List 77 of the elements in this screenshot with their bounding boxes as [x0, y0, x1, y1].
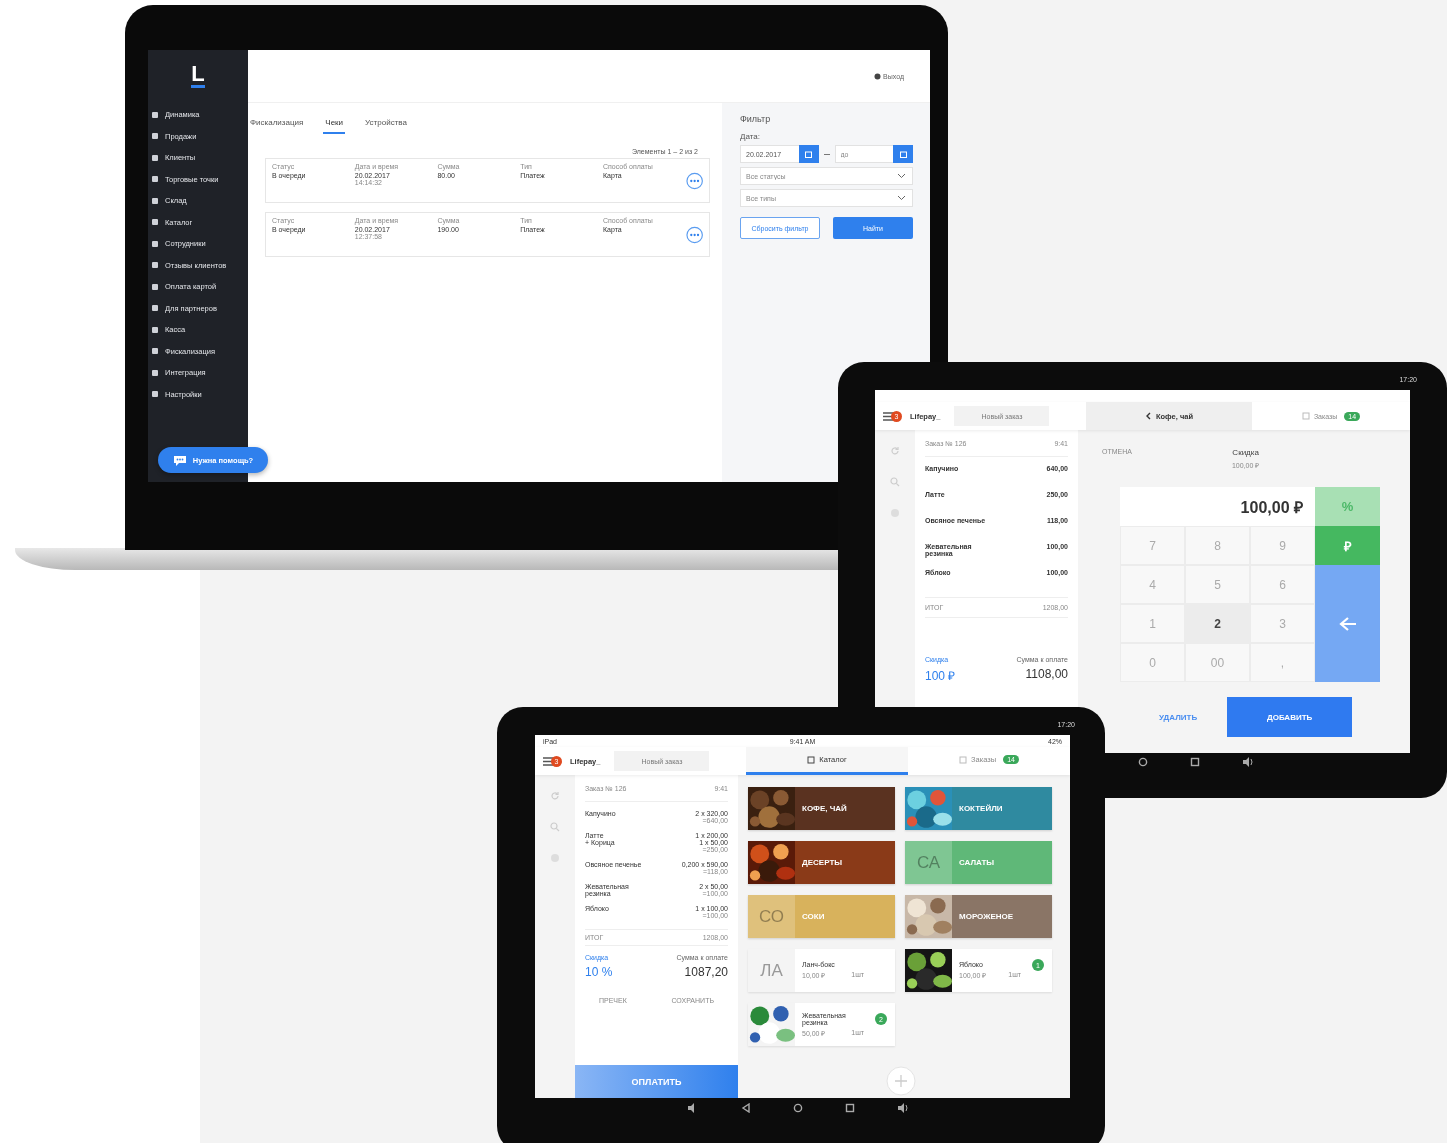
discount-value: 10 % — [585, 965, 613, 979]
circle-icon — [874, 72, 882, 80]
category-label: СОКИ — [802, 912, 825, 921]
square-icon — [152, 219, 158, 226]
volume-icon[interactable] — [897, 1103, 909, 1113]
category-tile[interactable]: СО СОКИ — [748, 895, 895, 938]
volume-icon[interactable] — [1242, 757, 1254, 767]
square-icon — [152, 197, 158, 204]
category-tile[interactable]: КОКТЕЙЛИ — [905, 787, 1052, 830]
tab[interactable]: Фискализация — [248, 118, 306, 134]
mode-button[interactable]: ₽ — [1315, 526, 1380, 565]
category-tile[interactable]: ДЕСЕРТЫ — [748, 841, 895, 884]
tab[interactable]: Устройства — [363, 118, 409, 134]
home-icon[interactable] — [1138, 757, 1148, 767]
home-icon[interactable] — [793, 1103, 803, 1113]
keypad-key[interactable]: 00 — [1185, 643, 1250, 682]
square-icon — [152, 240, 158, 247]
category-tile[interactable]: МОРОЖЕНОЕ — [905, 895, 1052, 938]
square-icon — [152, 283, 158, 290]
square-icon — [152, 176, 158, 183]
category-tile[interactable]: СА САЛАТЫ — [905, 841, 1052, 884]
due-value: 1108,00 — [1025, 667, 1068, 681]
keypad-key[interactable]: 8 — [1185, 526, 1250, 565]
delete-button[interactable]: УДАЛИТЬ — [1159, 712, 1198, 722]
pay-button[interactable]: ОПЛАТИТЬ — [575, 1065, 738, 1098]
square-icon — [152, 391, 158, 398]
menu-icon[interactable] — [543, 756, 554, 766]
arrow-left-icon — [1338, 615, 1357, 632]
square-icon — [152, 326, 158, 333]
more-icon[interactable] — [685, 225, 703, 244]
recents-icon[interactable] — [1190, 757, 1200, 767]
amount-display: 100,00 ₽ — [1120, 487, 1315, 526]
keypad-key[interactable]: 0 — [1120, 643, 1185, 682]
chevron-down-icon — [897, 173, 906, 179]
square-icon — [959, 755, 968, 764]
calendar-icon — [805, 150, 812, 158]
dialog-title: Скидка — [1232, 448, 1259, 457]
menu-icon[interactable] — [883, 411, 894, 421]
category-label: КОКТЕЙЛИ — [959, 804, 1003, 813]
category-label: МОРОЖЕНОЕ — [959, 912, 1014, 921]
category-label: ДЕСЕРТЫ — [802, 858, 843, 867]
square-icon — [152, 262, 158, 269]
square-icon — [152, 154, 158, 161]
logo: L — [191, 64, 205, 88]
square-icon — [152, 369, 158, 376]
keypad-key[interactable]: 5 — [1185, 565, 1250, 604]
initials: ЛА — [760, 960, 783, 981]
calendar-icon — [899, 150, 907, 158]
back-icon[interactable] — [741, 1103, 751, 1113]
add-button[interactable]: ДОБАВИТЬ — [1227, 697, 1353, 737]
calendar-button[interactable] — [798, 145, 819, 163]
discount-value: 100 ₽ — [925, 668, 956, 684]
initials: СА — [916, 852, 941, 873]
square-icon — [152, 305, 158, 312]
more-icon[interactable] — [685, 171, 703, 190]
square-icon — [152, 133, 158, 140]
chat-icon — [172, 454, 187, 466]
due-value: 1087,20 — [684, 965, 728, 979]
category-label: КОФЕ, ЧАЙ — [802, 804, 847, 813]
date-label: Дата: — [740, 132, 761, 141]
square-icon — [807, 755, 816, 764]
initials: СО — [758, 906, 785, 927]
keypad-key[interactable]: 3 — [1250, 604, 1315, 643]
tab[interactable]: Чеки — [323, 118, 346, 134]
calendar-button[interactable] — [893, 145, 913, 163]
chevron-left-icon — [1144, 412, 1151, 420]
square-icon — [152, 348, 158, 355]
square-icon — [152, 111, 158, 118]
square-icon — [1301, 412, 1310, 420]
recents-icon[interactable] — [845, 1103, 855, 1113]
category-label: САЛАТЫ — [959, 858, 995, 867]
keypad-key[interactable]: 9 — [1250, 526, 1315, 565]
keypad-key[interactable]: 2 — [1185, 604, 1250, 643]
filter-title: Фильтр — [740, 114, 772, 124]
keypad-key[interactable]: 6 — [1250, 565, 1315, 604]
category-tile[interactable]: КОФЕ, ЧАЙ — [748, 787, 895, 830]
chevron-down-icon — [897, 195, 906, 201]
